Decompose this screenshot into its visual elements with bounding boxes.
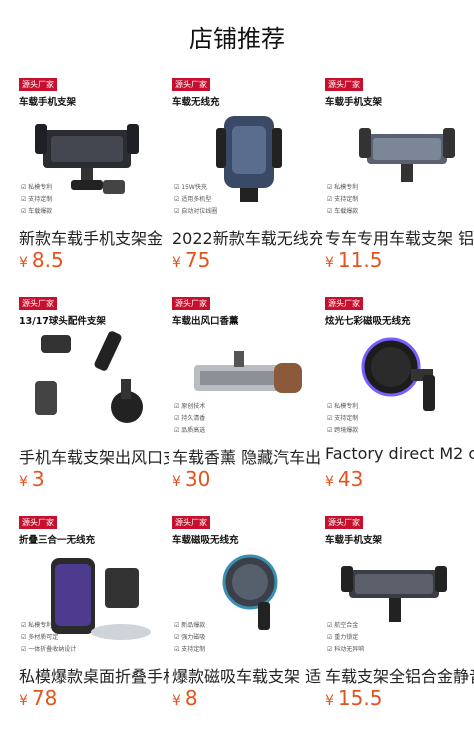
feature-list: 新品爆款 强力磁吸 支持定制 (174, 620, 205, 656)
feature-item: 新品爆款 (174, 620, 205, 632)
feature-list: 航空合金 重力锁定 科动无异响 (327, 620, 364, 656)
product-price: ¥75 (172, 248, 210, 272)
feature-list: 私模专利 支持定制 跨境爆款 (327, 401, 358, 437)
feature-list: 私模专利 多材质可定 一体折叠收纳设计 (21, 620, 76, 656)
feature-item: 多材质可定 (21, 632, 76, 644)
feature-item: 支持定制 (327, 413, 358, 425)
price-value: 43 (337, 467, 364, 491)
price-value: 8.5 (31, 248, 64, 272)
product-price: ¥8 (172, 686, 198, 710)
ball-joint-accessories-image (35, 331, 143, 423)
feature-item: 重力锁定 (327, 632, 364, 644)
feature-item: 私模专利 (21, 182, 52, 194)
currency-symbol: ¥ (172, 255, 181, 271)
currency-symbol: ¥ (325, 693, 334, 709)
product-card[interactable]: 源头厂家 折叠三合一无线充 私模专利 多材质可定 一体折叠收纳设计 私模爆款桌面… (19, 516, 169, 726)
feature-item: 持久清香 (174, 413, 205, 425)
product-price: ¥30 (172, 467, 210, 491)
feature-list: 私模专利 支持定制 车载爆款 (21, 182, 52, 218)
feature-item: 品质高选 (174, 425, 205, 437)
product-price: ¥78 (19, 686, 57, 710)
feature-item: 跨境爆款 (327, 425, 358, 437)
product-card[interactable]: 源头厂家 车载手机支架 航空合金 重力锁定 科动无异响 车载支架全铝合金静音 ¥… (325, 516, 474, 726)
feature-item: 航空合金 (327, 620, 364, 632)
feature-item: 一体折叠收纳设计 (21, 644, 76, 656)
feature-item: 支持定制 (327, 194, 358, 206)
price-value: 3 (31, 467, 45, 491)
feature-list: 原创技术 持久清香 品质高选 (174, 401, 205, 437)
price-value: 75 (184, 248, 211, 272)
feature-item: 私模专利 (21, 620, 76, 632)
product-name[interactable]: Factory direct M2 c (325, 444, 474, 463)
currency-symbol: ¥ (19, 474, 28, 490)
source-factory-badge: 源头厂家 (325, 516, 363, 529)
feature-item: 科动无异响 (327, 644, 364, 656)
feature-item: 原创技术 (174, 401, 205, 413)
product-card[interactable]: 源头厂家 车载无线充 15W快充 适用多机型 自动对位线圈 2022新款车载无线… (172, 78, 322, 288)
product-subtitle: 13/17球头配件支架 (19, 316, 106, 327)
feature-item: 15W快充 (174, 182, 217, 194)
product-subtitle: 车载手机支架 (325, 535, 383, 546)
product-subtitle: 车载出风口香薰 (172, 316, 239, 327)
feature-item: 车载爆款 (327, 206, 358, 218)
source-factory-badge: 源头厂家 (325, 297, 363, 310)
feature-item: 私模专利 (327, 182, 358, 194)
product-name[interactable]: 专车专用车载支架 铝 (325, 225, 474, 249)
source-factory-badge: 源头厂家 (325, 78, 363, 91)
price-value: 8 (184, 686, 198, 710)
feature-item: 自动对位线圈 (174, 206, 217, 218)
page-title: 店铺推荐 (189, 25, 285, 53)
currency-symbol: ¥ (325, 255, 334, 271)
feature-item: 强力磁吸 (174, 632, 205, 644)
feature-list: 私模专利 支持定制 车载爆款 (327, 182, 358, 218)
currency-symbol: ¥ (19, 693, 28, 709)
source-factory-badge: 源头厂家 (172, 78, 210, 91)
currency-symbol: ¥ (19, 255, 28, 271)
product-price: ¥11.5 (325, 248, 382, 272)
product-subtitle: 折叠三合一无线充 (19, 535, 96, 546)
price-value: 11.5 (337, 248, 383, 272)
currency-symbol: ¥ (325, 474, 334, 490)
feature-item: 适用多机型 (174, 194, 217, 206)
product-subtitle: 车载手机支架 (325, 97, 383, 108)
feature-item: 私模专利 (327, 401, 358, 413)
feature-item: 支持定制 (174, 644, 205, 656)
price-value: 30 (184, 467, 211, 491)
product-subtitle: 车载磁吸无线充 (172, 535, 239, 546)
product-name[interactable]: 新款车载手机支架金 (19, 225, 169, 249)
price-value: 78 (31, 686, 58, 710)
feature-item: 车载爆款 (21, 206, 52, 218)
product-card[interactable]: 源头厂家 炫光七彩磁吸无线充 私模专利 支持定制 跨境爆款 Factory di… (325, 297, 474, 507)
product-subtitle: 车载手机支架 (19, 97, 77, 108)
product-subtitle: 车载无线充 (172, 97, 220, 108)
product-card[interactable]: 源头厂家 车载手机支架 私模专利 支持定制 车载爆款 专车专用车载支架 铝 ¥1… (325, 78, 474, 288)
product-card[interactable]: 源头厂家 车载磁吸无线充 新品爆款 强力磁吸 支持定制 爆款磁吸车载支架 适 ¥… (172, 516, 322, 726)
product-price: ¥3 (19, 467, 45, 491)
product-name[interactable]: 2022新款车载无线充 (172, 225, 322, 249)
product-name[interactable]: 私模爆款桌面折叠手机 (19, 663, 169, 687)
product-price: ¥8.5 (19, 248, 64, 272)
currency-symbol: ¥ (172, 474, 181, 490)
price-value: 15.5 (337, 686, 383, 710)
product-name[interactable]: 爆款磁吸车载支架 适 (172, 663, 322, 687)
feature-list: 15W快充 适用多机型 自动对位线圈 (174, 182, 217, 218)
product-card[interactable]: 源头厂家 13/17球头配件支架 手机车载支架出风口支 ¥3 (19, 297, 169, 507)
product-name[interactable]: 车载香薰 隐藏汽车出 (172, 444, 322, 468)
product-price: ¥15.5 (325, 686, 382, 710)
source-factory-badge: 源头厂家 (19, 78, 57, 91)
source-factory-badge: 源头厂家 (172, 516, 210, 529)
source-factory-badge: 源头厂家 (172, 297, 210, 310)
product-price: ¥43 (325, 467, 363, 491)
feature-item: 支持定制 (21, 194, 52, 206)
product-subtitle: 炫光七彩磁吸无线充 (325, 316, 411, 327)
product-name[interactable]: 车载支架全铝合金静音 (325, 663, 474, 687)
currency-symbol: ¥ (172, 693, 181, 709)
product-card[interactable]: 源头厂家 车载手机支架 私模专利 支持定制 车载爆款 新款车载手机支架金 ¥8.… (19, 78, 169, 288)
source-factory-badge: 源头厂家 (19, 516, 57, 529)
product-name[interactable]: 手机车载支架出风口支 (19, 444, 169, 468)
source-factory-badge: 源头厂家 (19, 297, 57, 310)
product-card[interactable]: 源头厂家 车载出风口香薰 原创技术 持久清香 品质高选 车载香薰 隐藏汽车出 ¥… (172, 297, 322, 507)
